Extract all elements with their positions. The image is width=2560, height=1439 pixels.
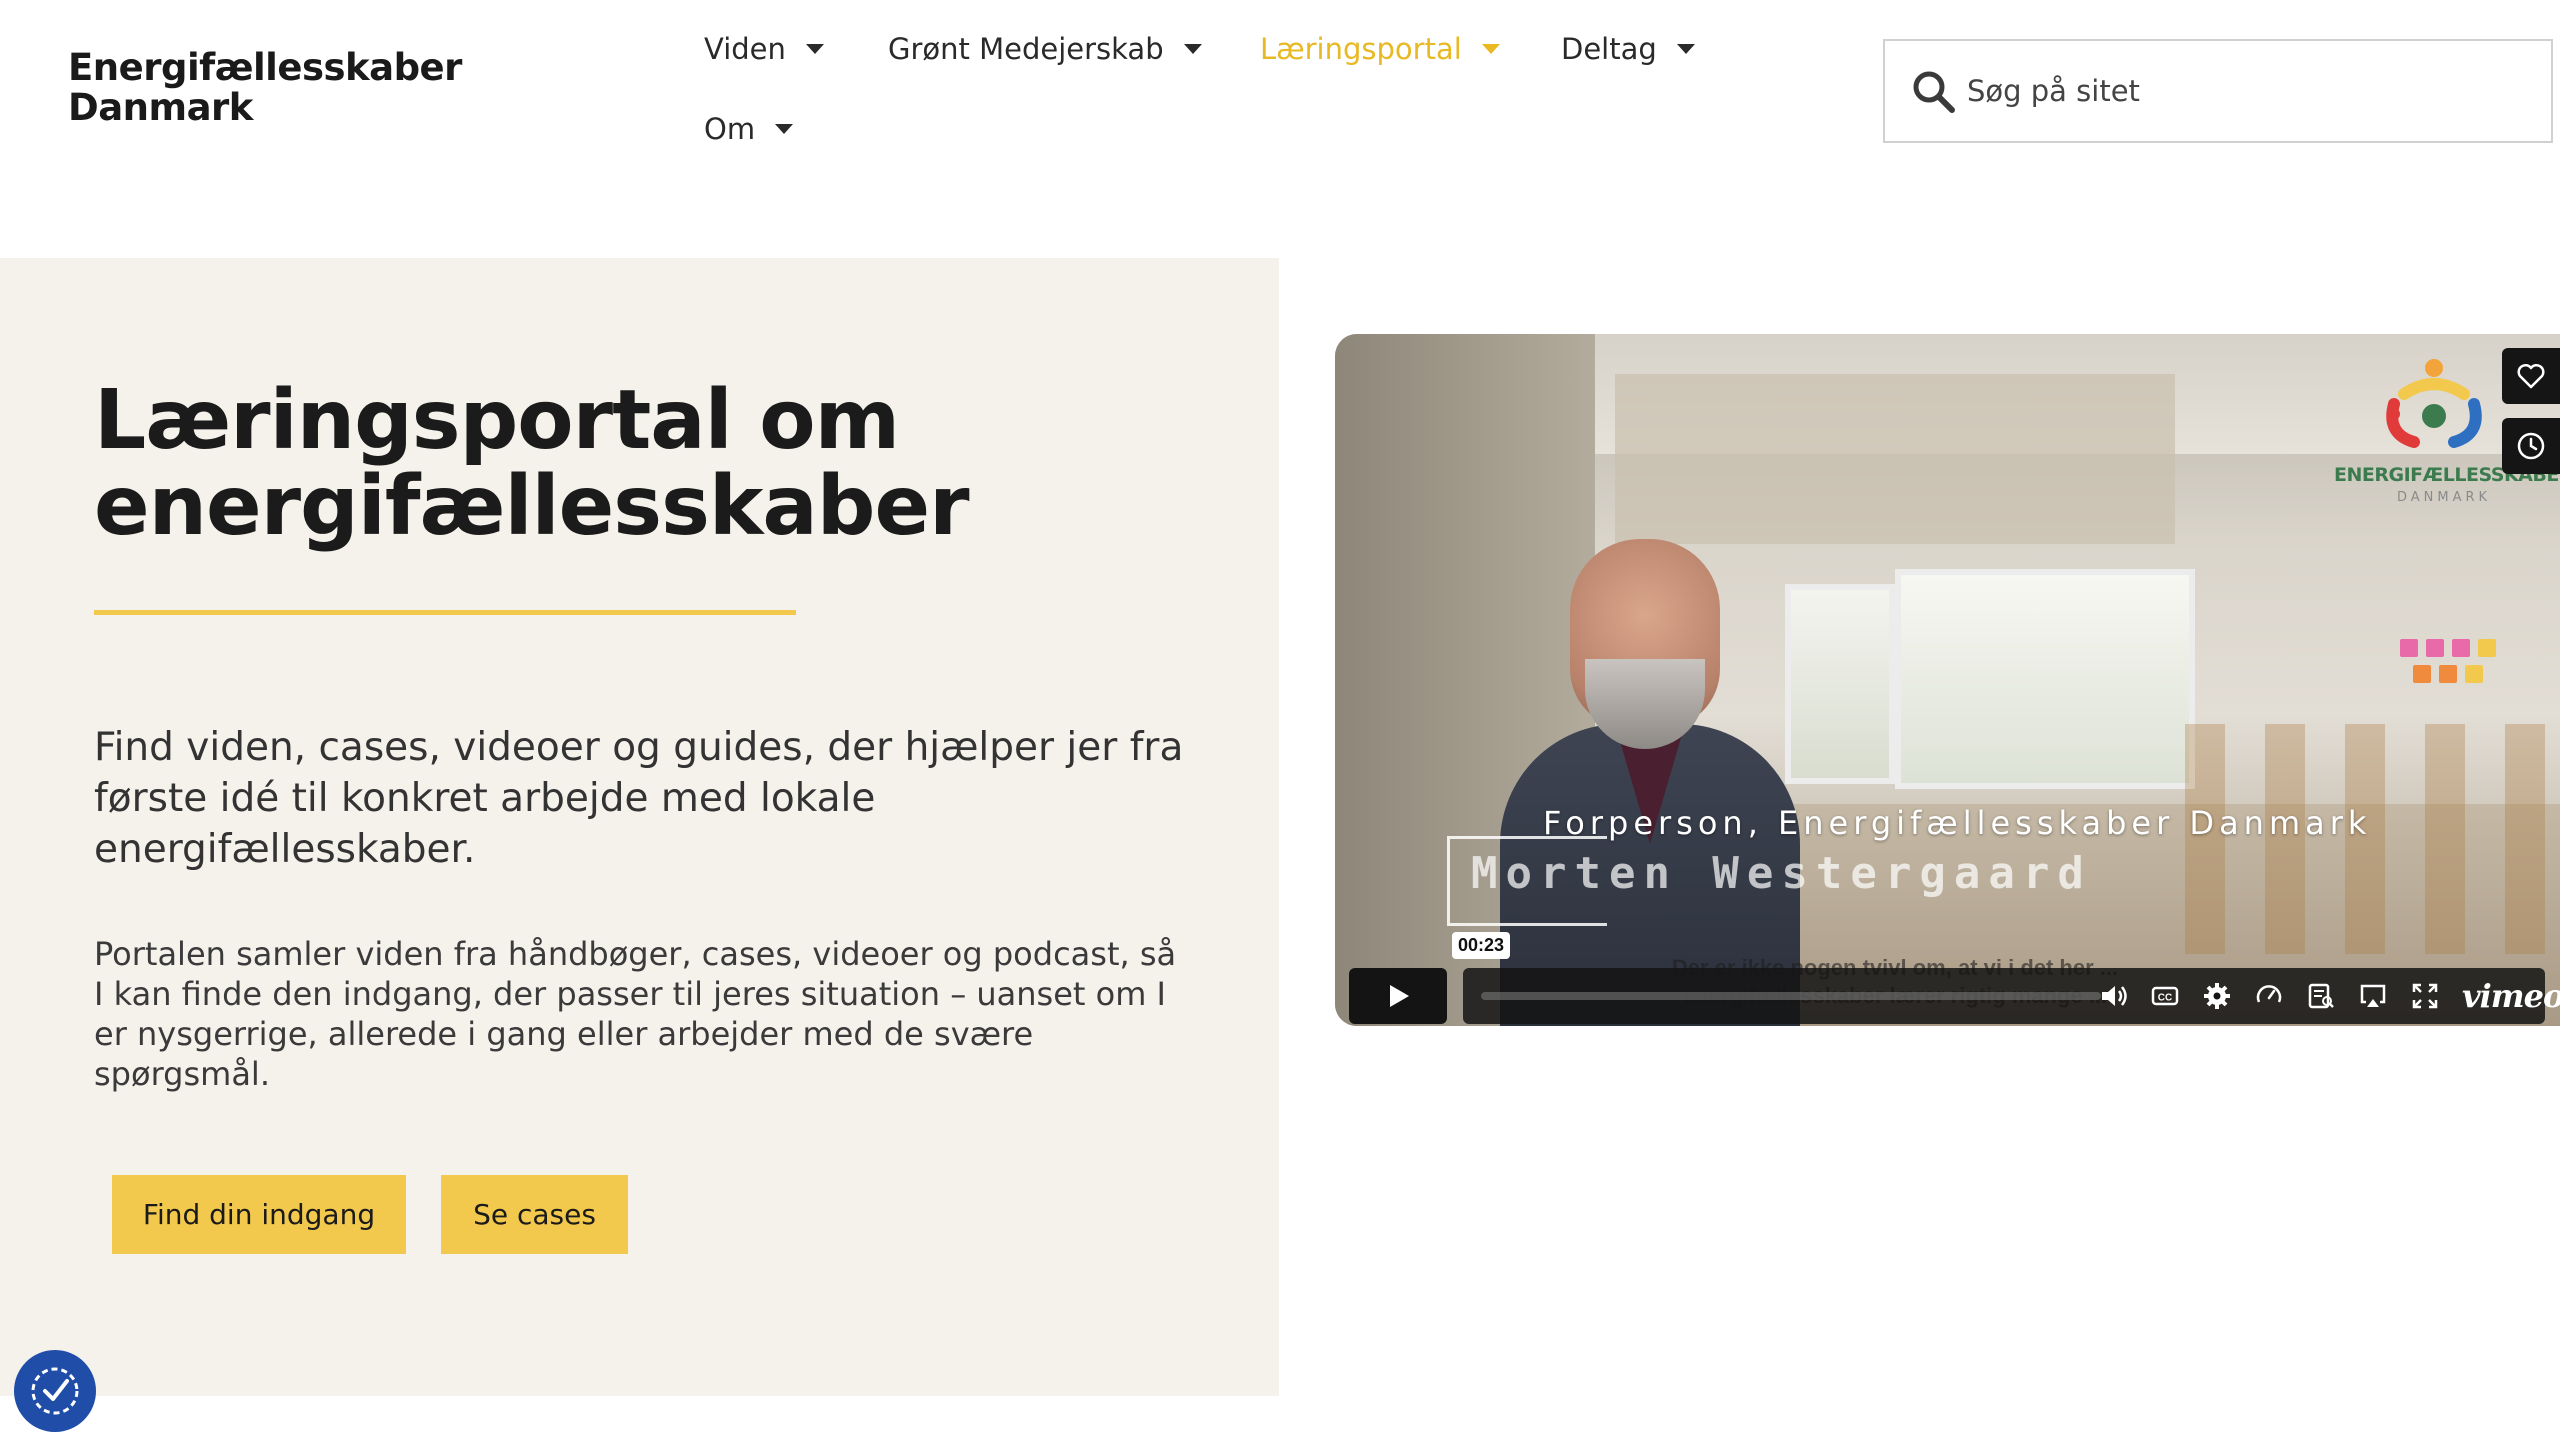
fullscreen-icon[interactable]	[2410, 981, 2440, 1011]
logo-line-1: Energifællesskaber	[68, 46, 462, 89]
volume-icon[interactable]	[2098, 981, 2128, 1011]
site-logo[interactable]: Energifællesskaber Danmark	[68, 48, 462, 128]
nav-item-label: Grønt Medejerskab	[888, 32, 1164, 66]
play-button[interactable]	[1349, 968, 1447, 1024]
se-cases-button[interactable]: Se cases	[441, 1175, 628, 1254]
heart-icon	[2517, 363, 2545, 389]
settings-icon[interactable]	[2202, 981, 2232, 1011]
caret-down-icon	[775, 124, 794, 134]
captions-icon[interactable]: CC	[2150, 981, 2180, 1011]
hero-lead: Find viden, cases, videoer og guides, de…	[94, 725, 1184, 872]
find-indgang-button[interactable]: Find din indgang	[112, 1175, 406, 1254]
video-player[interactable]: ENERGIFÆLLESSKABER DANMARK Forperson, En…	[1335, 334, 2560, 1026]
nav-item-label: Deltag	[1561, 32, 1657, 66]
hero-body: Portalen samler viden fra håndbøger, cas…	[94, 935, 1177, 1093]
hero-panel: Læringsportal om energifællesskaber Find…	[0, 258, 1279, 1396]
energifaellesskaber-logo-icon	[2386, 359, 2482, 448]
video-caption-role: Forperson, Energifællesskaber Danmark	[1543, 804, 2372, 842]
nav-item-groent-medejerskab[interactable]: Grønt Medejerskab	[888, 32, 1202, 66]
nav-item-label: Om	[704, 112, 756, 146]
nav-item-label: Viden	[704, 32, 786, 66]
nav-item-om[interactable]: Om	[704, 112, 794, 146]
player-icons: CC vimeo	[2098, 970, 2560, 1022]
video-scene-window	[1785, 584, 1895, 784]
title-underline	[94, 610, 796, 615]
clock-icon	[2517, 432, 2545, 460]
svg-text:CC: CC	[2158, 993, 2172, 1004]
timecode-label: 00:23	[1452, 932, 1511, 959]
play-icon	[1390, 985, 1409, 1007]
watch-later-button[interactable]	[2502, 418, 2560, 474]
video-speaker	[1500, 539, 1800, 1026]
nav-item-viden[interactable]: Viden	[704, 32, 824, 66]
search-icon[interactable]	[1909, 67, 1957, 115]
caret-down-icon	[1676, 44, 1695, 54]
nav-item-label: Læringsportal	[1260, 32, 1462, 66]
video-caption-name: Morten Westergaard	[1471, 848, 2092, 899]
video-scene-sticky-notes	[2400, 639, 2520, 699]
cookie-check-icon	[31, 1367, 79, 1415]
caret-down-icon	[1183, 44, 1202, 54]
nav-item-deltag[interactable]: Deltag	[1561, 32, 1695, 66]
vimeo-logo[interactable]: vimeo	[2462, 977, 2560, 1015]
transcript-icon[interactable]	[2306, 981, 2336, 1011]
page-title: Læringsportal om energifællesskaber	[94, 373, 970, 554]
video-scene-window	[1895, 569, 2195, 789]
progress-bar[interactable]	[1481, 992, 2101, 1000]
video-controls: 00:23 CC vimeo	[1335, 932, 2560, 1026]
caret-down-icon	[805, 44, 824, 54]
airplay-icon[interactable]	[2358, 981, 2388, 1011]
video-logo-sub: DANMARK	[2396, 490, 2492, 505]
search-box	[1883, 39, 2553, 143]
search-input[interactable]	[1967, 74, 2527, 108]
cookie-consent-button[interactable]	[14, 1350, 96, 1432]
like-button[interactable]	[2502, 348, 2560, 404]
logo-line-2: Danmark	[68, 86, 253, 129]
site-header: Energifællesskaber Danmark Viden Grønt M…	[0, 0, 2560, 258]
nav-item-laeringsportal[interactable]: Læringsportal	[1260, 32, 1500, 66]
video-scene-panel	[1615, 374, 2175, 544]
caret-down-icon	[1481, 44, 1500, 54]
speed-icon[interactable]	[2254, 981, 2284, 1011]
